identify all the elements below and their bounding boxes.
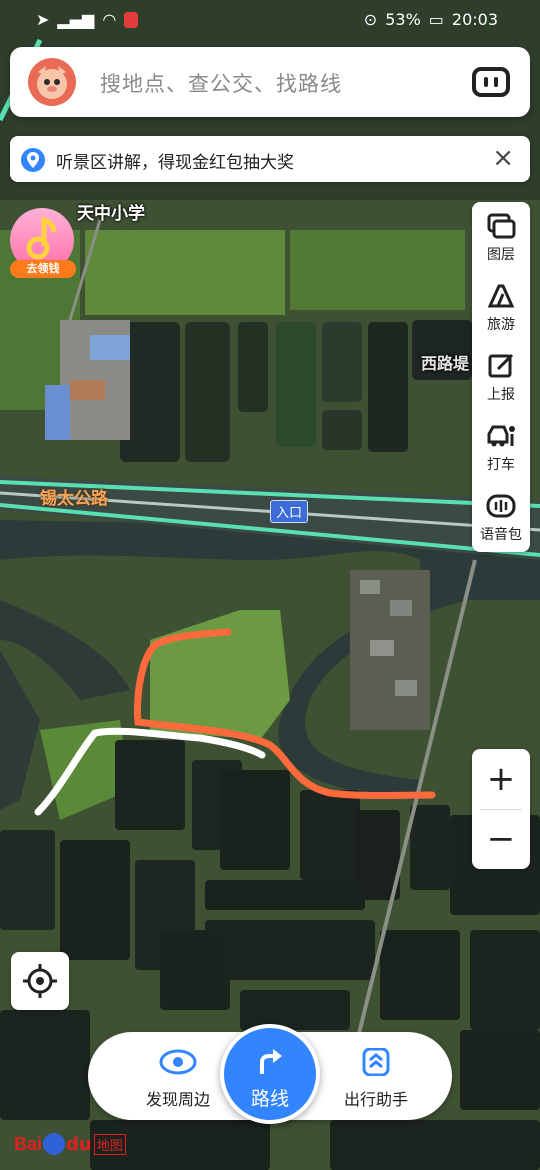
voice-pack-icon [486, 494, 516, 518]
red-envelope-promo[interactable]: 去领钱 [10, 208, 76, 278]
assistant-label: 出行助手 [343, 1090, 408, 1109]
logo-bai: Bai [14, 1133, 43, 1154]
report-label: 上报 [487, 387, 515, 403]
user-avatar[interactable] [28, 58, 76, 106]
zoom-out-button[interactable]: − [472, 809, 530, 869]
location-icon: ⊙ [363, 10, 378, 29]
highway-entrance-label[interactable]: 入口 [270, 500, 309, 523]
paw-icon [43, 1133, 66, 1155]
signal-icon: ▂▄▆ [57, 10, 95, 29]
road-label: 锡太公路 [40, 489, 108, 509]
eye-icon [159, 1049, 197, 1075]
close-icon[interactable]: × [492, 144, 514, 172]
taxi-button[interactable]: 打车 [472, 412, 530, 482]
baidu-maps-logo: Bai du 地图 [14, 1129, 126, 1159]
map-toolbar: 图层 旅游 上报 打车 语音包 [472, 202, 530, 552]
promo-label: 去领钱 [10, 260, 76, 278]
edit-icon [488, 353, 514, 378]
voice-pack-button[interactable]: 语音包 [472, 482, 530, 552]
status-bar: ➤ ▂▄▆ ◠ ⊙ 53% ▭ 20:03 [0, 0, 540, 40]
location-arrow-icon: ➤ [36, 10, 50, 29]
zoom-controls: + − [472, 749, 530, 869]
scenic-promo-banner[interactable]: 听景区讲解，得现金红包抽大奖 × [10, 136, 530, 182]
battery-icon: ▭ [428, 10, 444, 29]
microphone-icon [124, 11, 139, 28]
location-pin-icon [20, 147, 46, 177]
turn-right-arrow-icon [260, 1049, 282, 1074]
layers-label: 图层 [487, 247, 515, 263]
taxi-icon [487, 425, 515, 447]
clock: 20:03 [451, 10, 498, 29]
layers-icon [487, 213, 516, 239]
travel-assistant-button[interactable]: 出行助手 [316, 1047, 436, 1110]
battery-percent: 53% [385, 10, 421, 29]
route-label: 路线 [250, 1088, 289, 1110]
report-button[interactable]: 上报 [472, 342, 530, 412]
voice-assistant-icon[interactable] [472, 67, 510, 97]
crosshair-icon [23, 964, 57, 998]
assistant-icon [362, 1047, 390, 1077]
road-label-west: 西路堤 [421, 354, 470, 373]
travel-button[interactable]: 旅游 [472, 272, 530, 342]
travel-label: 旅游 [487, 317, 515, 333]
layers-button[interactable]: 图层 [472, 202, 530, 272]
travel-icon [487, 284, 515, 308]
logo-ditu: 地图 [93, 1133, 126, 1155]
poi-label-school[interactable]: 天中小学 [77, 199, 145, 224]
discover-label: 发现周边 [145, 1090, 210, 1109]
search-bar[interactable]: 搜地点、查公交、找路线 [10, 47, 530, 117]
locate-button[interactable] [11, 952, 69, 1010]
zoom-in-button[interactable]: + [472, 749, 530, 809]
banner-text[interactable]: 听景区讲解，得现金红包抽大奖 [56, 148, 294, 173]
voice-pack-label: 语音包 [480, 527, 522, 543]
logo-du: du [66, 1133, 92, 1155]
route-button[interactable]: 路线 [220, 1024, 320, 1124]
search-input[interactable]: 搜地点、查公交、找路线 [100, 68, 342, 98]
wifi-icon: ◠ [102, 10, 117, 29]
taxi-label: 打车 [487, 457, 515, 473]
